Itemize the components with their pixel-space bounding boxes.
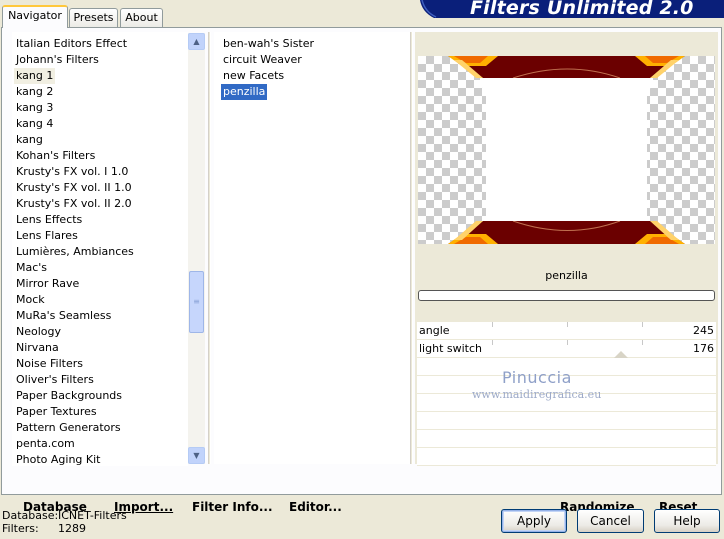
help-button[interactable]: Help <box>654 509 720 533</box>
preview-image <box>418 56 715 244</box>
tab-strip: Navigator Presets About <box>0 0 420 28</box>
category-item[interactable]: Lumières, Ambiances <box>14 244 136 260</box>
category-item[interactable]: kang 2 <box>14 84 55 100</box>
filter-list[interactable]: ben-wah's Sister circuit Weaver new Facets… <box>214 32 410 464</box>
param-row-empty <box>417 412 716 430</box>
panel-divider <box>410 32 413 464</box>
panel-divider <box>208 32 211 464</box>
tab-about[interactable]: About <box>120 8 163 27</box>
category-item[interactable]: Mock <box>14 292 47 308</box>
param-value: 176 <box>693 342 714 355</box>
database-status-label: Database: <box>2 509 59 522</box>
filters-count-value: 1289 <box>58 522 86 535</box>
banner-title: Filters Unlimited 2.0 <box>470 0 694 18</box>
editor-label: Editor... <box>289 500 342 514</box>
filter-item[interactable]: new Facets <box>221 68 286 84</box>
slider-tick <box>492 322 493 327</box>
title-banner: Filters Unlimited 2.0 <box>420 0 724 18</box>
param-row-empty <box>417 430 716 448</box>
param-value: 245 <box>693 324 714 337</box>
category-item[interactable]: kang <box>14 132 45 148</box>
category-item[interactable]: Lens Flares <box>14 228 80 244</box>
tab-presets[interactable]: Presets <box>69 8 118 27</box>
category-item[interactable]: kang 1 <box>14 68 56 84</box>
category-item[interactable]: Pattern Generators <box>14 420 123 436</box>
category-item[interactable]: Johann's Filters <box>14 52 101 68</box>
slider-tick <box>567 340 568 345</box>
filter-item[interactable]: penzilla <box>221 84 268 100</box>
category-item[interactable]: Mirror Rave <box>14 276 81 292</box>
category-item[interactable]: Mac's <box>14 260 49 276</box>
category-item[interactable]: Krusty's FX vol. II 1.0 <box>14 180 134 196</box>
category-item[interactable]: MuRa's Seamless <box>14 308 113 324</box>
category-item[interactable]: Oliver's Filters <box>14 372 96 388</box>
category-item[interactable]: Lens Effects <box>14 212 84 228</box>
filter-item[interactable]: ben-wah's Sister <box>221 36 316 52</box>
category-item[interactable]: kang 3 <box>14 100 55 116</box>
cancel-button[interactable]: Cancel <box>577 509 644 533</box>
scroll-up-button[interactable]: ▲ <box>188 33 205 50</box>
param-row-empty <box>417 448 716 466</box>
database-status-value: ICNET-Filters <box>58 509 127 522</box>
category-item[interactable]: Nirvana <box>14 340 61 356</box>
navigator-panel: Italian Editors Effect Johann's Filters ka… <box>1 27 722 514</box>
filter-info-label: Filter Info... <box>192 500 273 514</box>
category-item[interactable]: Krusty's FX vol. I 1.0 <box>14 164 130 180</box>
param-row-light-switch[interactable]: light switch 176 <box>417 340 716 358</box>
slider-tick <box>567 322 568 327</box>
progress-bar <box>418 290 715 301</box>
slider-tick <box>642 340 643 345</box>
category-item[interactable]: Neology <box>14 324 63 340</box>
param-label: light switch <box>419 342 482 355</box>
filter-item[interactable]: circuit Weaver <box>221 52 304 68</box>
selected-filter-name: penzilla <box>545 269 588 282</box>
category-item[interactable]: Krusty's FX vol. II 2.0 <box>14 196 134 212</box>
apply-button[interactable]: Apply <box>501 509 567 533</box>
category-item[interactable]: Italian Editors Effect <box>14 36 129 52</box>
category-list[interactable]: Italian Editors Effect Johann's Filters ka… <box>12 32 188 466</box>
status-area: Database: ICNET-Filters Filters: 1289 <box>2 509 127 535</box>
category-item[interactable]: kang 4 <box>14 116 55 132</box>
filter-info-button[interactable]: Filter Info... <box>192 500 273 514</box>
scroll-down-button[interactable]: ▼ <box>188 447 205 464</box>
category-scrollbar[interactable]: ▲ ≡ ▼ <box>188 33 205 464</box>
category-item[interactable]: Photo Aging Kit <box>14 452 102 466</box>
slider-tick <box>492 340 493 345</box>
slider-tick <box>642 322 643 327</box>
category-item[interactable]: Noise Filters <box>14 356 85 372</box>
watermark-site: www.maidiregrafica.eu <box>472 388 602 401</box>
editor-button[interactable]: Editor... <box>289 500 342 514</box>
penzilla-preview <box>448 56 685 244</box>
param-label: angle <box>419 324 450 337</box>
tab-navigator[interactable]: Navigator <box>2 5 68 28</box>
scroll-thumb[interactable]: ≡ <box>189 271 204 333</box>
category-item[interactable]: Kohan's Filters <box>14 148 97 164</box>
category-item[interactable]: Paper Backgrounds <box>14 388 124 404</box>
slider-marker[interactable] <box>614 351 628 358</box>
watermark-name: Pinuccia <box>502 368 572 387</box>
category-item[interactable]: Paper Textures <box>14 404 99 420</box>
filters-count-label: Filters: <box>2 522 39 535</box>
param-row-angle[interactable]: angle 245 <box>417 322 716 340</box>
category-item[interactable]: penta.com <box>14 436 77 452</box>
